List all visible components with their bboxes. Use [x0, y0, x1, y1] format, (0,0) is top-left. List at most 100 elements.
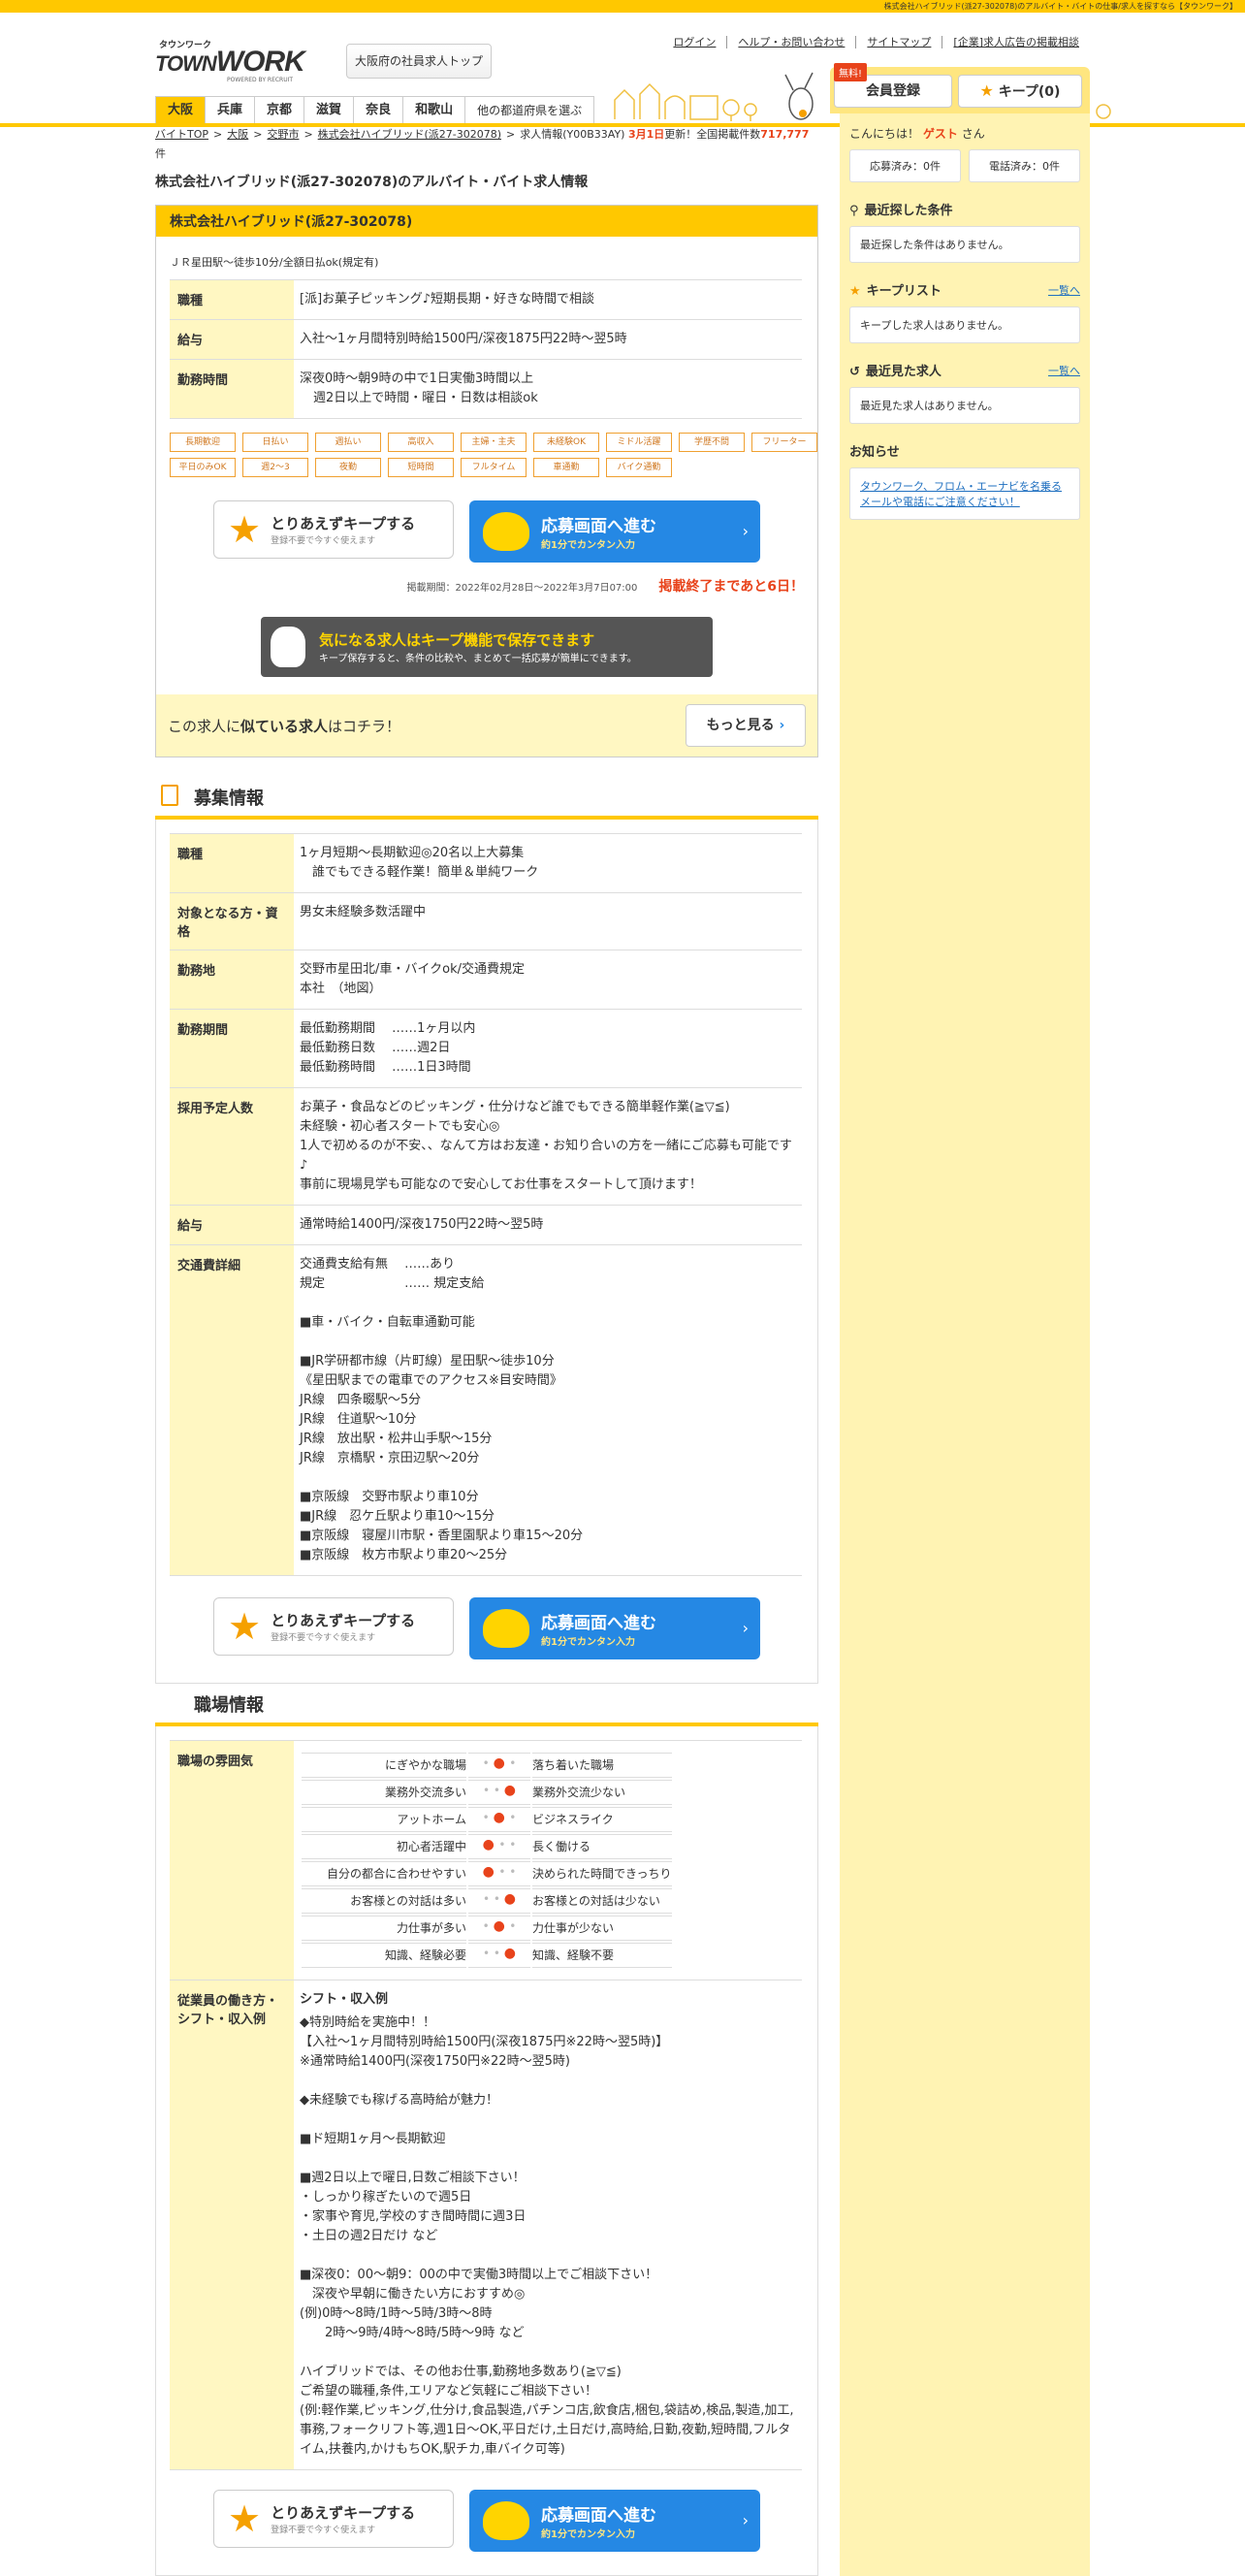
star-icon: ★ [979, 81, 994, 100]
similar-jobs-bar: この求人に似ている求人はコチラ！ もっと見る › [156, 694, 817, 757]
table-row: 給与 通常時給1400円/深夜1750円22時～翌5時 [170, 1205, 802, 1245]
feature-tag: 高収入 [388, 433, 454, 452]
chevron-right-icon: › [742, 2511, 749, 2529]
keep-list-link[interactable]: 一覧へ [1048, 282, 1080, 298]
notice-box: タウンワーク、フロム・エーナビを名乗るメールや電話にご注意ください！ [849, 467, 1080, 520]
top-banner-text: 株式会社ハイブリッド(派27-302078)のアルバイト・バイトの仕事/求人を探… [0, 0, 1245, 13]
feature-tag: 長期歓迎 [170, 433, 236, 452]
osaka-top-button[interactable]: 大阪府の社員求人トップ [346, 44, 492, 79]
activity-counts: 応募済み：0件 電話済み：0件 [849, 149, 1080, 182]
notice-link[interactable]: タウンワーク、フロム・エーナビを名乗るメールや電話にご注意ください！ [860, 480, 1062, 508]
updated-date: 3月1日 [627, 128, 665, 141]
document-icon [161, 785, 178, 806]
atmosphere-dots: • • ● [468, 1888, 530, 1914]
breadcrumb: バイトTOP > 大阪 > 交野市 > 株式会社ハイブリッド(派27-302078) > 求人情… [155, 128, 810, 160]
scale-dot: • [493, 1892, 504, 1906]
townwork-logo[interactable]: タウンワーク TOWNWORK POWERED BY RECRUIT [155, 38, 326, 86]
company-name: 株式会社ハイブリッド(派27-302078) [156, 206, 817, 237]
catch-copy: ＪＲ星田駅～徒歩10分/全額日払ok(規定有) [170, 256, 379, 269]
recent-viewed-heading: ↺ 最近見た求人 一覧へ [849, 363, 1080, 380]
feature-tag: 車通勤 [533, 458, 599, 477]
atmosphere-row: アットホーム • ● • ビジネスライク [302, 1807, 672, 1832]
breadcrumb-current: 求人情報(Y00B33AY) [520, 128, 625, 141]
scale-dot: ● [503, 1891, 517, 1907]
table-row: 職種 [派]お菓子ピッキング♪短期長期・好きな時間で相談 [170, 279, 802, 320]
table-row: 給与 入社～1ヶ月間特別時給1500円/深夜1875円22時～翌5時 [170, 319, 802, 360]
table-row: 採用予定人数 お菓子・食品などのピッキング・仕分けなど誰でもできる簡単軽作業(≧▽… [170, 1087, 802, 1206]
action-buttons-2: ★ とりあえずキープする 登録不要で今すぐ使えます 応募画面へ進む 約1分でカンタン… [156, 1576, 817, 1669]
table-row: 交通費詳細 交通費支給有無 ……あり 規定 …… 規定支給 ■車・バイク・自転車通勤可… [170, 1244, 802, 1576]
feature-tag: フルタイム [461, 458, 527, 477]
recent-search-box: 最近探した条件はありません。 [849, 226, 1080, 263]
scale-dot: • [482, 1756, 494, 1770]
atmosphere-dots: • ● • [468, 1753, 530, 1778]
keep-job-button[interactable]: ★ とりあえずキープする 登録不要で今すぐ使えます [213, 1597, 454, 1656]
scale-dot: • [509, 1865, 517, 1879]
chevron-right-icon: › [742, 522, 749, 540]
recent-viewed-link[interactable]: 一覧へ [1048, 363, 1080, 378]
breadcrumb-osaka[interactable]: 大阪 [227, 128, 248, 141]
feature-tag: ミドル活躍 [606, 433, 672, 452]
login-link[interactable]: ログイン [662, 36, 726, 48]
greeting: こんにちは！ ゲスト さん [849, 127, 985, 141]
scale-dot: ● [493, 1810, 510, 1825]
logo-powered-by: POWERED BY RECRUIT [227, 77, 294, 83]
breadcrumb-top[interactable]: バイトTOP [155, 128, 208, 141]
sitemap-link[interactable]: サイトマップ [855, 36, 942, 48]
apply-button[interactable]: 応募画面へ進む 約1分でカンタン入力 › [469, 1597, 760, 1659]
keep-list-heading: ★ キープリスト 一覧へ [849, 282, 1080, 300]
star-icon: ★ [228, 508, 262, 551]
recruit-section-heading: 募集情報 [155, 785, 818, 820]
atmosphere-row: 業務外交流多い • • ● 業務外交流少ない [302, 1780, 672, 1805]
called-count: 電話済み：0件 [969, 149, 1080, 182]
breadcrumb-katano[interactable]: 交野市 [267, 128, 299, 141]
employer-link[interactable]: [企業]求人広告の掲載相談 [942, 36, 1090, 48]
feature-tag: 平日のみOK [170, 458, 236, 477]
mascot-icon [483, 2501, 529, 2540]
scale-dot: ● [503, 1783, 517, 1798]
main-content: バイトTOP > 大阪 > 交野市 > 株式会社ハイブリッド(派27-302078) > 求人情… [155, 113, 818, 2576]
recruit-section: 職種 1ヶ月短期～長期歓迎◎20名以上大募集 誰でもできる軽作業！簡単＆単純ワーク… [155, 820, 818, 1684]
atmosphere-row: 初心者活躍中 ● • • 長く働ける [302, 1834, 672, 1859]
keep-job-button[interactable]: ★ とりあえずキープする 登録不要で今すぐ使えます [213, 2490, 454, 2548]
mascot-icon [483, 512, 529, 551]
scale-dot: • [498, 1865, 510, 1879]
page-title: 株式会社ハイブリッド(派27-302078)のアルバイト・バイト求人情報 [155, 175, 589, 190]
scale-dot: • [482, 1811, 494, 1824]
help-link[interactable]: ヘルプ・お問い合わせ [726, 36, 855, 48]
keep-feature-banner[interactable]: 気になる求人はキープ機能で保存できます キープ保存すると、条件の比較や、まとめて一… [261, 617, 713, 677]
keep-list-button[interactable]: ★ キープ(0) [958, 75, 1082, 108]
atmosphere-row: 自分の都合に合わせやすい ● • • 決められた時間できっちり [302, 1861, 672, 1886]
scale-dot: • [509, 1756, 517, 1770]
feature-tag: 夜勤 [315, 458, 381, 477]
recent-viewed-box: 最近見た求人はありません。 [849, 387, 1080, 424]
scale-dot: • [493, 1784, 504, 1797]
feature-tag: バイク通勤 [606, 458, 672, 477]
atmosphere-row: 力仕事が多い • ● • 力仕事が少ない [302, 1916, 672, 1941]
search-icon: ⚲ [849, 204, 859, 218]
apply-button[interactable]: 応募画面へ進む 約1分でカンタン入力 › [469, 2490, 760, 2552]
breadcrumb-company[interactable]: 株式会社ハイブリッド(派27-302078) [318, 128, 501, 141]
workplace-table: 職場の雰囲気 にぎやかな職場 • ● • 落ち着いた職場 業務外交流多い • • … [170, 1740, 802, 2470]
atmosphere-row: にぎやかな職場 • ● • 落ち着いた職場 [302, 1753, 672, 1778]
keep-list-box: キープした求人はありません。 [849, 306, 1080, 343]
star-icon: ★ [228, 1605, 262, 1648]
apply-button[interactable]: 応募画面へ進む 約1分でカンタン入力 › [469, 500, 760, 563]
star-icon: ★ [228, 2497, 262, 2540]
recent-search-heading: ⚲ 最近探した条件 [849, 204, 953, 218]
feature-tag: 日払い [242, 433, 308, 452]
atmosphere-dots: • ● • [468, 1807, 530, 1832]
scale-dot: • [509, 1838, 517, 1852]
scale-dot: • [482, 1892, 494, 1906]
star-icon: ★ [849, 284, 861, 299]
see-more-button[interactable]: もっと見る › [686, 704, 806, 747]
atmosphere-dots: • • ● [468, 1780, 530, 1805]
feature-tag: 主婦・主夫 [461, 433, 527, 452]
header-links: ログイン ヘルプ・お問い合わせ サイトマップ [企業]求人広告の掲載相談 [662, 36, 1090, 48]
keep-job-button[interactable]: ★ とりあえずキープする 登録不要で今すぐ使えます [213, 500, 454, 559]
scale-dot: ● [503, 1946, 517, 1961]
atmosphere-row: お客様との対話は多い • • ● お客様との対話は少ない [302, 1888, 672, 1914]
sidebar: こんにちは！ ゲスト さん 応募済み：0件 電話済み：0件 ⚲ 最近探した条件 最… [840, 113, 1090, 2576]
shift-example-text: ◆特別時給を実施中！！ 【入社～1ヶ月間特別時給1500円(深夜1875円※22時… [300, 2015, 794, 2457]
summary-table: 職種 [派]お菓子ピッキング♪短期長期・好きな時間で相談 給与 入社～1ヶ月間特別時… [170, 279, 802, 419]
